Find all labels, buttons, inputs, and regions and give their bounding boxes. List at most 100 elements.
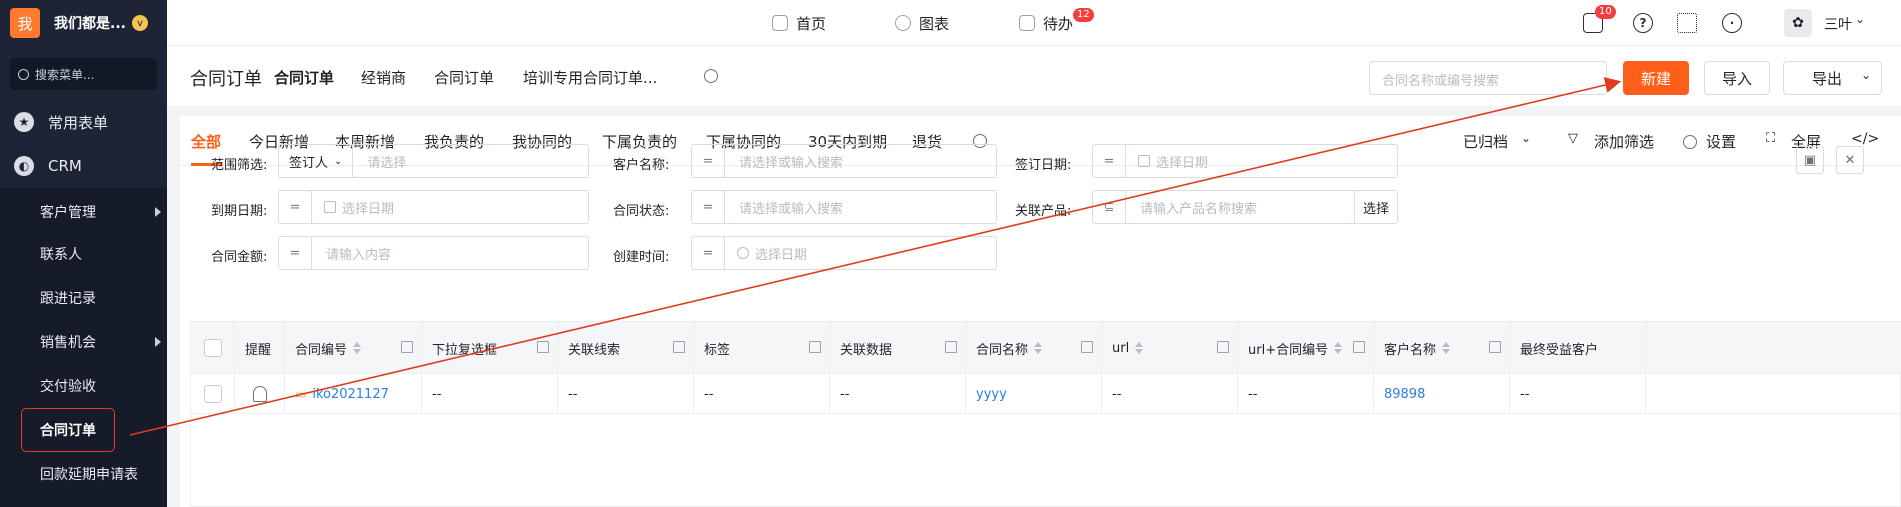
column-filter-icon[interactable] — [945, 341, 957, 353]
status-filter[interactable]: = 请选择或输入搜索 — [691, 190, 997, 224]
sort-icon[interactable] — [1034, 342, 1043, 354]
due-date-filter[interactable]: = 选择日期 — [278, 190, 589, 224]
header-label: 下拉复选框 — [432, 342, 498, 358]
header-beneficiary[interactable]: 最终受益客户 — [1510, 322, 1646, 374]
column-filter-icon[interactable] — [1353, 341, 1365, 353]
header-customer-name[interactable]: 客户名称 — [1374, 322, 1510, 374]
sidebar-item-opportunities[interactable]: 销售机会 — [0, 320, 167, 364]
operator-equals[interactable]: = — [692, 145, 725, 177]
sidebar-item-label: 联系人 — [40, 247, 82, 263]
operator-equals[interactable]: = — [692, 191, 725, 223]
export-button[interactable]: 导出 ⌄ — [1783, 61, 1882, 95]
contract-search-input[interactable]: 合同名称或编号搜索 — [1369, 61, 1607, 95]
view-tab-sub-owned[interactable]: 下属负责的 — [602, 131, 677, 152]
tab-contract-orders[interactable]: 合同订单 — [274, 67, 334, 88]
nav-home[interactable]: 首页 — [772, 0, 826, 46]
status-placeholder: 请选择或输入搜索 — [739, 201, 844, 217]
column-filter-icon[interactable] — [673, 341, 685, 353]
created-filter-label: 创建时间: — [613, 250, 670, 265]
header-url[interactable]: url — [1102, 322, 1238, 374]
avatar[interactable]: ✿ — [1784, 9, 1812, 37]
help-icon[interactable]: ? — [1633, 13, 1653, 33]
column-filter-icon[interactable] — [401, 341, 413, 353]
column-filter-icon[interactable] — [537, 341, 549, 353]
table-cell: -- — [422, 374, 558, 414]
header-related-leads[interactable]: 关联线索 — [558, 322, 694, 374]
column-filter-icon[interactable] — [1489, 341, 1501, 353]
sort-icon[interactable] — [353, 342, 362, 354]
sidebar-item-contract-orders[interactable]: 合同订单 — [21, 408, 115, 452]
tab-contract-orders-2[interactable]: 合同订单 — [434, 67, 494, 88]
table-cell: -- — [558, 374, 694, 414]
sidebar-item-payment-extension[interactable]: 回款延期申请表 — [0, 452, 167, 496]
settings-button[interactable]: 设置 — [1706, 131, 1736, 152]
import-button[interactable]: 导入 — [1704, 61, 1770, 95]
operator-contains[interactable]: ⊆ — [1093, 191, 1126, 223]
product-filter[interactable]: ⊆ 请输入产品名称搜索 选择 — [1092, 190, 1398, 224]
created-filter[interactable]: = 选择日期 — [691, 236, 997, 270]
nav-label: 图表 — [919, 14, 950, 33]
amount-filter[interactable]: = 请输入内容 — [278, 236, 589, 270]
code-icon[interactable]: </> — [1851, 131, 1879, 147]
sort-icon[interactable] — [1135, 342, 1144, 354]
column-filter-icon[interactable] — [1081, 341, 1093, 353]
row-select-cell — [191, 374, 235, 414]
apps-grid-icon[interactable] — [1677, 13, 1697, 33]
product-choose-button[interactable]: 选择 — [1353, 191, 1397, 223]
header-tags[interactable]: 标签 — [694, 322, 830, 374]
sidebar-section-favorites[interactable]: ★ 常用表单 — [0, 100, 167, 144]
pin-icon[interactable]: ✕ — [1836, 146, 1864, 174]
contract-no-link[interactable]: iko2021127 — [312, 387, 389, 402]
org-logo: 我 — [10, 8, 40, 38]
operator-equals[interactable]: = — [1093, 145, 1126, 177]
add-filter-button[interactable]: 添加筛选 — [1594, 131, 1654, 152]
sort-icon[interactable] — [1334, 342, 1343, 354]
sort-icon[interactable] — [1442, 342, 1451, 354]
operator-equals[interactable]: = — [692, 237, 725, 269]
tab-settings-gear-icon[interactable] — [704, 69, 718, 83]
view-tab-all[interactable]: 全部 — [191, 131, 221, 152]
header-contract-name[interactable]: 合同名称 — [966, 322, 1102, 374]
sidebar-item-follow-ups[interactable]: 跟进记录 — [0, 276, 167, 320]
archived-dropdown[interactable]: 已归档 — [1463, 131, 1508, 152]
settings-gear-icon[interactable]: · — [1722, 13, 1742, 33]
customer-filter[interactable]: = 请选择或输入搜索 — [691, 144, 997, 178]
tab-distributors[interactable]: 经销商 — [361, 67, 406, 88]
user-name-dropdown[interactable]: 三叶 — [1824, 14, 1852, 34]
header-related-data[interactable]: 关联数据 — [830, 322, 966, 374]
table-row[interactable]: ▭ iko2021127 -- -- -- -- yyyy -- -- 89898… — [191, 374, 1901, 414]
sign-date-filter[interactable]: = 选择日期 — [1092, 144, 1398, 178]
column-filter-icon[interactable] — [809, 341, 821, 353]
sidebar-item-contacts[interactable]: 联系人 — [0, 232, 167, 276]
header-dropdown-checkbox[interactable]: 下拉复选框 — [422, 322, 558, 374]
scope-filter[interactable]: 签订人 ⌄ 请选择 — [278, 144, 589, 178]
nav-charts[interactable]: 图表 — [895, 0, 949, 46]
page-header: 合同订单 合同订单 经销商 合同订单 培训专用合同订单... 合同名称或编号搜索… — [167, 46, 1901, 106]
customer-name-link[interactable]: 89898 — [1374, 374, 1510, 414]
nav-todo[interactable]: 待办 12 — [1019, 0, 1094, 46]
sidebar-section-crm[interactable]: ◐ CRM — [0, 144, 167, 188]
header-contract-no[interactable]: 合同编号 — [285, 322, 422, 374]
due-date-label: 到期日期: — [211, 204, 268, 219]
bell-icon[interactable] — [252, 386, 267, 402]
contract-name-link[interactable]: yyyy — [966, 374, 1102, 414]
sidebar-item-label: 跟进记录 — [40, 291, 96, 307]
contract-table: 提醒 合同编号 下拉复选框 关联线索 标签 关联数据 合同名称 url url+… — [190, 321, 1901, 507]
new-button[interactable]: 新建 — [1623, 61, 1689, 95]
operator-equals[interactable]: = — [279, 191, 312, 223]
clock-icon — [737, 247, 749, 259]
menu-search-input[interactable]: 搜索菜单... — [10, 58, 157, 90]
sign-date-label: 签订日期: — [1015, 158, 1072, 173]
org-header[interactable]: 我 我们都是... v — [0, 0, 167, 46]
select-all-checkbox[interactable] — [203, 339, 222, 357]
sidebar-item-customers[interactable]: 客户管理 — [0, 190, 167, 234]
column-filter-icon[interactable] — [1217, 341, 1229, 353]
contract-no-cell[interactable]: ▭ iko2021127 — [285, 374, 422, 414]
save-filter-icon[interactable]: ▣ — [1796, 146, 1824, 174]
tab-training-orders[interactable]: 培训专用合同订单... — [523, 67, 657, 88]
scope-select[interactable]: 签订人 ⌄ — [279, 145, 354, 177]
row-checkbox[interactable] — [203, 385, 222, 403]
sidebar-item-delivery[interactable]: 交付验收 — [0, 364, 167, 408]
header-url-contract-no[interactable]: url+合同编号 — [1238, 322, 1374, 374]
operator-equals[interactable]: = — [279, 237, 312, 269]
